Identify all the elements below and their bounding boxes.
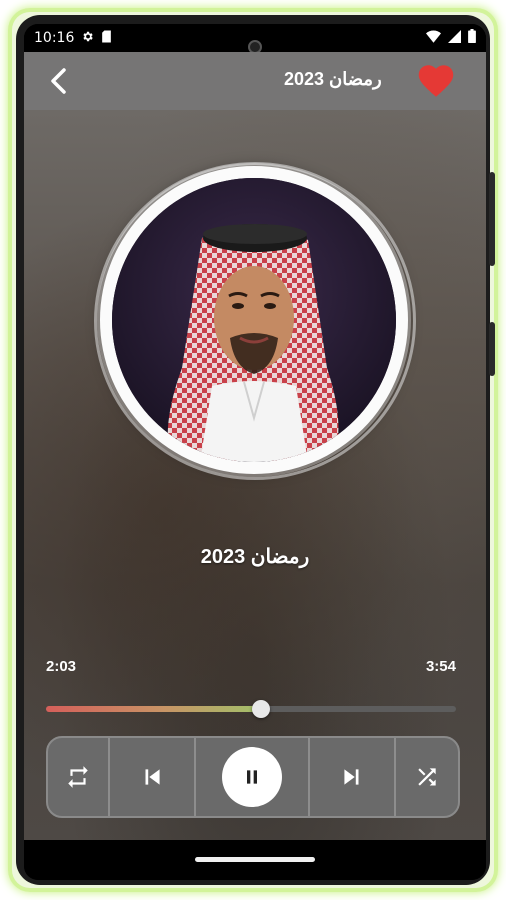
screen: 10:16 رمضان 2023 رمضان 2023 2:03 3:54	[24, 24, 486, 880]
power-button	[489, 172, 495, 266]
seek-bar[interactable]	[46, 700, 456, 718]
skip-next-icon	[344, 769, 359, 785]
app-title: رمضان 2023	[284, 69, 382, 89]
cell-signal-icon	[448, 29, 461, 47]
navigation-bar	[24, 840, 486, 880]
playback-controls	[46, 736, 460, 818]
skip-previous-icon	[145, 769, 160, 785]
repeat-button[interactable]	[48, 738, 110, 816]
play-pause-circle	[222, 747, 282, 807]
gear-icon	[81, 30, 94, 47]
next-button[interactable]	[310, 738, 396, 816]
battery-icon	[468, 29, 476, 47]
album-art-frame	[94, 162, 416, 480]
seek-progress	[46, 706, 262, 712]
volume-button	[489, 322, 495, 376]
status-right	[426, 29, 476, 47]
back-button[interactable]	[44, 66, 74, 96]
album-art	[112, 178, 396, 462]
home-indicator[interactable]	[195, 857, 315, 862]
heart-icon	[418, 65, 454, 97]
repeat-icon	[68, 766, 88, 788]
total-duration: 3:54	[425, 658, 456, 675]
previous-button[interactable]	[110, 738, 196, 816]
wifi-icon	[426, 30, 441, 47]
shuffle-button[interactable]	[396, 738, 458, 816]
play-pause-button[interactable]	[196, 738, 310, 816]
status-left: 10:16	[34, 30, 112, 47]
app-bar: رمضان 2023	[24, 52, 486, 110]
pause-icon	[247, 770, 257, 784]
status-time: 10:16	[34, 30, 75, 46]
favorite-button[interactable]	[418, 64, 454, 98]
elapsed-time: 2:03	[46, 658, 77, 675]
chevron-left-icon	[51, 68, 66, 94]
shuffle-icon	[418, 768, 436, 786]
song-title: رمضان 2023	[200, 546, 310, 568]
sd-card-icon	[101, 30, 112, 47]
